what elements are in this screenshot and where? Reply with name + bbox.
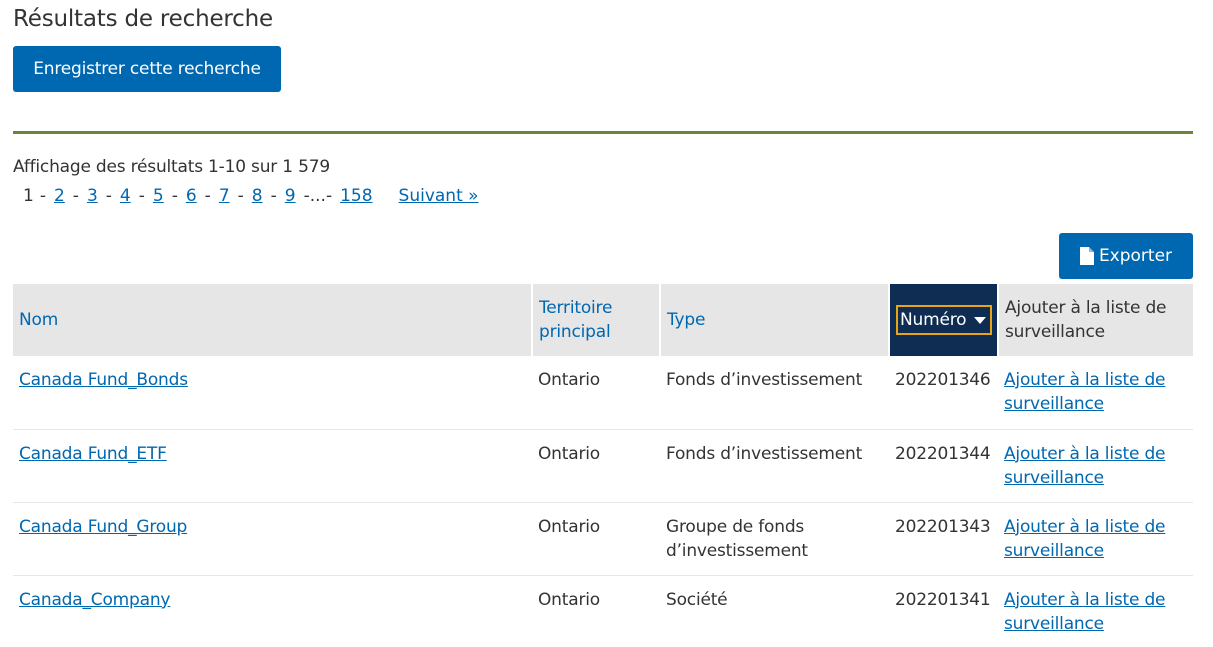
cell-type: Groupe de fonds d’investissement [660,502,889,576]
column-header-type[interactable]: Type [660,284,890,356]
page-title: Résultats de recherche [13,6,273,32]
pagination-page-last[interactable]: 158 [332,186,380,206]
cell-watchlist: Ajouter à la liste de surveillance [998,429,1193,503]
pagination: 1 - 2 - 3 - 4 - 5 - 6 - 7 - 8 - 9 -... - … [13,186,487,206]
result-name-link[interactable]: Canada_Company [19,590,170,610]
column-header-number-label: Numéro [900,310,967,330]
pagination-page-7[interactable]: 7 [211,186,238,206]
cell-territory: Ontario [532,429,660,503]
table-row: Canada_Company Ontario Société 202201341… [13,575,1193,647]
export-button[interactable]: Exporter [1059,233,1193,279]
pagination-next-link[interactable]: Suivant » [391,186,487,206]
add-to-watchlist-link[interactable]: Ajouter à la liste de surveillance [1004,517,1165,561]
cell-territory: Ontario [538,589,600,610]
pagination-page-6[interactable]: 6 [178,186,205,206]
results-summary: Affichage des résultats 1-10 sur 1 579 [13,157,330,177]
table-row: Canada Fund_Bonds Ontario Fonds d’invest… [13,356,1193,430]
section-divider [13,131,1193,134]
cell-type: Société [666,589,728,610]
add-to-watchlist-link[interactable]: Ajouter à la liste de surveillance [1004,590,1165,634]
add-to-watchlist-link[interactable]: Ajouter à la liste de surveillance [1004,444,1165,488]
table-header-row: Nom Territoire principal Type Numéro Ajo… [13,284,1193,356]
pagination-page-8[interactable]: 8 [244,186,271,206]
save-search-button[interactable]: Enregistrer cette recherche [13,46,281,92]
cell-watchlist: Ajouter à la liste de surveillance [998,356,1193,430]
table-row: Canada Fund_Group Ontario Groupe de fond… [13,502,1193,576]
cell-number: 202201346 [889,356,998,430]
add-to-watchlist-link[interactable]: Ajouter à la liste de surveillance [1004,370,1165,414]
pagination-page-2[interactable]: 2 [46,186,73,206]
cell-territory: Ontario [532,502,660,576]
results-table: Nom Territoire principal Type Numéro Ajo… [13,284,1193,647]
caret-down-icon [974,316,987,324]
cell-name: Canada Fund_ETF [13,429,532,503]
cell-type: Fonds d’investissement [660,356,889,430]
export-label: Exporter [1098,246,1173,266]
pagination-page-5[interactable]: 5 [145,186,172,206]
cell-number: 202201341 [895,589,991,610]
pagination-page-4[interactable]: 4 [112,186,139,206]
cell-number: 202201343 [889,502,998,576]
cell-watchlist: Ajouter à la liste de surveillance [998,502,1193,576]
column-header-watchlist: Ajouter à la liste de surveillance [998,284,1193,356]
result-name-link[interactable]: Canada Fund_Bonds [19,370,188,390]
column-header-name[interactable]: Nom [13,284,533,356]
cell-watchlist: Ajouter à la liste de surveillance [998,575,1193,647]
column-header-territory[interactable]: Territoire principal [532,284,661,356]
cell-name: Canada_Company [13,575,532,647]
cell-territory: Ontario [532,356,660,430]
pagination-page-3[interactable]: 3 [79,186,106,206]
table-row: Canada Fund_ETF Ontario Fonds d’investis… [13,429,1193,503]
pagination-ellipsis: ... [309,186,326,206]
sort-number-control[interactable]: Numéro [896,305,993,335]
cell-type: Fonds d’investissement [660,429,889,503]
pagination-page-9[interactable]: 9 [277,186,304,206]
column-header-number[interactable]: Numéro [889,284,999,356]
cell-name: Canada Fund_Bonds [13,356,532,430]
result-name-link[interactable]: Canada Fund_ETF [19,444,167,464]
pagination-current: 1 [23,186,34,206]
cell-name: Canada Fund_Group [13,502,532,576]
cell-number: 202201344 [889,429,998,503]
file-icon [1079,247,1094,265]
result-name-link[interactable]: Canada Fund_Group [19,517,187,537]
